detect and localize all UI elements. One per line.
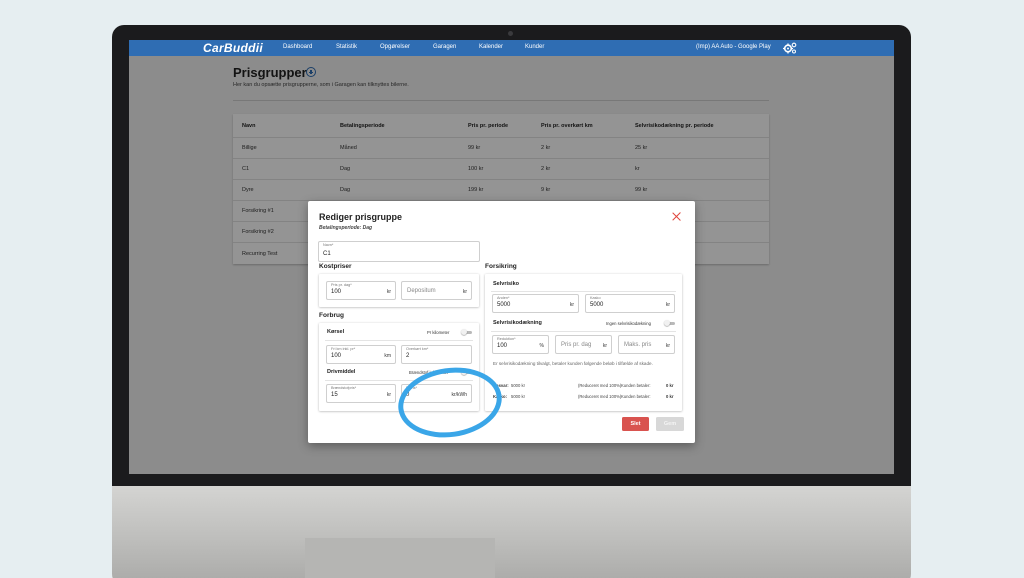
forbrug-title: Forbrug — [319, 312, 344, 319]
fuel-price-value: 15 — [331, 392, 338, 398]
coverage-row-note: (Reduceret med 100%) — [578, 383, 622, 388]
anden-unit: kr — [569, 302, 574, 308]
coverage-row-pays-label: Kunden betaler: — [621, 394, 651, 399]
max-price-placeholder: Maks. pris — [624, 341, 652, 348]
deposit-placeholder: Depositum — [407, 287, 436, 294]
daekning-title: Selvrisikodækning — [493, 320, 542, 326]
camera-dot — [508, 31, 513, 36]
fuel-price-field[interactable]: Brændstofpris* 15 kr — [326, 384, 396, 403]
price-per-day-label: Pris pr. dag* — [331, 283, 352, 287]
korsel-title: Kørsel — [327, 329, 345, 335]
forsikring-card: Selvrisiko Anden* 5000 kr Kasko 5000 kr … — [485, 274, 682, 411]
kasko-field[interactable]: Kasko 5000 kr — [585, 294, 675, 313]
coverage-info-text: Er selvrisikodækning tilvalgt, betaler k… — [493, 361, 653, 366]
coverage-row-note: (Reduceret med 100%) — [578, 394, 622, 399]
price-per-day-field[interactable]: Pris pr. dag* 100 kr — [326, 281, 396, 300]
drivmiddel-title: Drivmiddel — [327, 369, 356, 375]
no-cover-toggle[interactable] — [664, 320, 675, 326]
max-price-field[interactable]: Maks. pris kr — [618, 335, 675, 354]
app-logo[interactable]: CarBuddii — [203, 41, 263, 55]
monitor-chin — [112, 486, 911, 578]
delete-button[interactable]: Slet — [622, 417, 649, 431]
anden-field[interactable]: Anden* 5000 kr — [492, 294, 579, 313]
free-km-unit: km — [384, 353, 391, 359]
kasko-value: 5000 — [590, 302, 604, 308]
coverage-row-pays-value: 0 kr — [666, 394, 674, 399]
coverage-row-ansvar: Ansvar: 5000 kr (Reduceret med 100%) Kun… — [493, 383, 675, 391]
modal-title: Rediger prisgruppe — [319, 212, 403, 222]
app-screen: CarBuddii Dashboard Statistik Opgørelser… — [129, 40, 894, 474]
max-price-unit: kr — [665, 343, 670, 349]
free-km-label: Fri km inkl. pr* — [331, 347, 356, 351]
per-km-toggle[interactable] — [461, 329, 472, 335]
kostpriser-title: Kostpriser — [319, 263, 352, 270]
price-per-day-cover-placeholder: Pris pr. dag — [561, 341, 592, 348]
divider — [325, 340, 473, 341]
anden-label: Anden* — [497, 296, 510, 300]
reduction-label: Reduktion* — [497, 337, 516, 341]
name-value: C1 — [323, 251, 331, 257]
name-label: Navn* — [323, 243, 334, 247]
fuel-price-unit: kr — [386, 392, 391, 398]
coverage-row-pays-value: 0 kr — [666, 383, 674, 388]
nav-item-kalender[interactable]: Kalender — [479, 44, 503, 50]
over-km-label: Overkørt km* — [406, 347, 429, 351]
close-icon[interactable] — [672, 212, 681, 221]
save-button[interactable]: Gem — [656, 417, 684, 431]
modal-subtitle: Betalingsperiode: Dag — [319, 225, 373, 231]
coverage-row-kasko: Kasko: 5000 kr (Reduceret med 100%) Kund… — [493, 394, 675, 402]
fuel-price-label: Brændstofpris* — [331, 386, 357, 390]
selvrisiko-title: Selvrisiko — [493, 281, 519, 287]
coverage-row-pays-label: Kunden betaler: — [621, 383, 651, 388]
top-navbar: CarBuddii Dashboard Statistik Opgørelser… — [129, 40, 894, 56]
coverage-row-amount: 5000 kr — [511, 383, 525, 388]
name-field[interactable]: Navn* C1 — [318, 241, 480, 262]
over-km-value: 2 — [406, 353, 410, 359]
price-per-day-cover-field[interactable]: Pris pr. dag kr — [555, 335, 612, 354]
no-cover-toggle-label: Ingen selvrisikodækning — [606, 321, 651, 326]
monitor-bezel: CarBuddii Dashboard Statistik Opgørelser… — [112, 25, 911, 486]
reduction-field[interactable]: Reduktion* 100 % — [492, 335, 549, 354]
price-per-day-value: 100 — [331, 289, 342, 295]
price-per-day-cover-unit: kr — [602, 343, 607, 349]
account-name[interactable]: (Imp) AA Auto - Google Play — [696, 44, 771, 50]
anden-value: 5000 — [497, 302, 511, 308]
nav-item-statistik[interactable]: Statistik — [336, 44, 357, 50]
free-km-value: 100 — [331, 353, 342, 359]
reduction-unit: % — [539, 343, 544, 349]
free-km-field[interactable]: Fri km inkl. pr* 100 km — [326, 345, 396, 364]
forsikring-title: Forsikring — [485, 263, 517, 270]
monitor: CarBuddii Dashboard Statistik Opgørelser… — [112, 25, 911, 578]
divider — [491, 291, 676, 292]
coverage-row-amount: 5000 kr — [511, 394, 525, 399]
reduction-value: 100 — [497, 343, 508, 349]
gears-icon[interactable] — [783, 42, 797, 54]
nav-item-kunder[interactable]: Kunder — [525, 44, 544, 50]
deposit-unit: kr — [462, 289, 467, 295]
kostpriser-card: Pris pr. dag* 100 kr Depositum kr — [319, 274, 479, 307]
nav-item-garagen[interactable]: Garagen — [433, 44, 456, 50]
per-km-toggle-label: Pr kilometer — [427, 330, 450, 335]
kasko-label: Kasko — [590, 296, 601, 300]
nav-item-opgoerelser[interactable]: Opgørelser — [380, 44, 410, 50]
kasko-unit: kr — [665, 302, 670, 308]
edit-price-group-modal: Rediger prisgruppe Betalingsperiode: Dag… — [308, 201, 695, 443]
monitor-stand — [305, 538, 495, 578]
price-per-day-unit: kr — [386, 289, 391, 295]
deposit-field[interactable]: Depositum kr — [401, 281, 472, 300]
over-km-field[interactable]: Overkørt km* 2 — [401, 345, 472, 364]
nav-item-dashboard[interactable]: Dashboard — [283, 44, 312, 50]
divider — [491, 331, 676, 332]
